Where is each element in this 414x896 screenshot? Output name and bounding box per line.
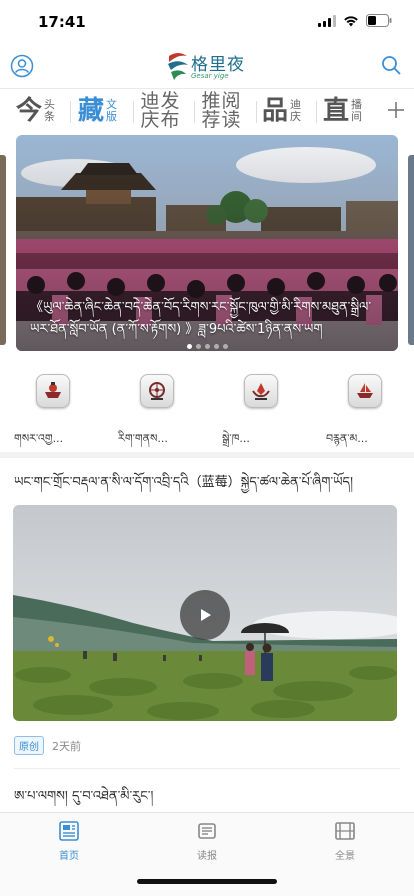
section-gap	[0, 452, 414, 458]
quick-link-video[interactable]: བརྙན་མ...	[326, 368, 414, 448]
ship-icon	[348, 374, 382, 408]
tab-tibetan-sub: 文版	[106, 97, 118, 123]
nav-read-paper-label: 读报	[197, 851, 217, 862]
logo-emblem-icon	[168, 53, 188, 80]
hero-caption: 《ཡུལ་ཆེན་ཞིང་ཆེན་བདེ་ཆེན་བོད་རིགས་རང་སྐྱ…	[30, 300, 372, 337]
nav-panorama-label: 全景	[335, 851, 355, 862]
play-icon	[201, 609, 211, 621]
battery-icon	[366, 14, 392, 27]
article-meta: 原创 2天前	[14, 736, 81, 755]
tab-headlines[interactable]: 今 头条	[16, 91, 57, 131]
tab-diqing-release-a: 迪庆	[140, 90, 160, 131]
quick-link-lotus[interactable]: སྒྲེ་ཁ...	[222, 368, 312, 448]
quick-link-news[interactable]: གསར་འགྱ...	[14, 368, 104, 448]
tab-tibetan-char: 藏	[78, 96, 105, 126]
dharma-wheel-icon	[140, 374, 174, 408]
tab-live-sub: 播间	[351, 97, 363, 123]
tab-pin-char: 品	[262, 96, 289, 126]
app-logo: 格里夜 Gesar yige	[165, 46, 249, 86]
hero-carousel[interactable]: 《ཡུལ་ཆེན་ཞིང་ཆེན་བདེ་ཆེན་བོད་རིགས་རང་སྐྱ…	[0, 135, 414, 353]
lotus-icon	[244, 374, 278, 408]
signal-icon	[318, 14, 336, 27]
tab-headlines-sub: 头条	[44, 97, 56, 123]
carousel-next-peek	[408, 155, 414, 345]
carousel-dot[interactable]	[204, 344, 210, 349]
status-bar: 17:41	[0, 0, 414, 44]
article-title[interactable]: ཨ་པ་ལགས། དུ་བ་འཐེན་མི་རུང་།	[14, 782, 404, 812]
tab-separator	[133, 101, 134, 123]
logo-subtitle: Gesar yige	[191, 72, 229, 80]
nav-read-paper[interactable]: 读报	[167, 819, 247, 869]
tab-recommended-a: 推荐	[201, 90, 221, 131]
newspaper-home-icon	[59, 821, 79, 841]
tab-diqing-release-b: 发布	[160, 90, 180, 131]
tab-separator	[194, 101, 195, 123]
tab-recommended-reading[interactable]: 推荐 阅读	[201, 91, 241, 131]
nav-home-label: 首页	[59, 851, 79, 862]
publish-time: 2天前	[52, 739, 81, 753]
status-time: 17:41	[38, 13, 86, 31]
tab-pin-diqing[interactable]: 品 迪庆	[262, 91, 303, 131]
tab-pin-sub: 迪庆	[290, 97, 302, 123]
add-channel-plus-icon[interactable]	[386, 100, 406, 120]
wifi-icon	[343, 15, 359, 27]
tab-separator	[70, 101, 71, 123]
quick-links-row: གསར་འགྱ... རིག་གནས... སྒྲེ་ཁ... བརྙན་མ..…	[0, 368, 414, 448]
carousel-dots	[16, 344, 398, 349]
hero-slide[interactable]: 《ཡུལ་ཆེན་ཞིང་ཆེན་བདེ་ཆེན་བོད་རིགས་རང་སྐྱ…	[16, 135, 398, 351]
tab-live[interactable]: 直 播间	[323, 91, 364, 131]
video-thumbnail[interactable]	[13, 505, 397, 721]
tab-headlines-char: 今	[16, 96, 43, 126]
play-button[interactable]	[180, 590, 230, 640]
quick-link-culture[interactable]: རིག་གནས...	[118, 368, 208, 448]
nav-home[interactable]: 首页	[29, 819, 109, 869]
tab-separator	[256, 101, 257, 123]
home-indicator	[137, 879, 277, 884]
carousel-dot[interactable]	[195, 344, 201, 349]
channel-tabs: 今 头条 藏 文版 迪庆 发布 推荐 阅读 品 迪庆 直 播间	[0, 89, 414, 133]
tab-separator	[316, 101, 317, 123]
paper-scroll-icon	[198, 823, 216, 839]
status-icons	[318, 14, 392, 27]
app-header: 格里夜 Gesar yige	[0, 44, 414, 88]
carousel-dot[interactable]	[213, 344, 219, 349]
nav-panorama[interactable]: 全景	[305, 819, 385, 869]
search-icon[interactable]	[380, 54, 402, 76]
film-panorama-icon	[335, 822, 355, 840]
tab-live-char: 直	[323, 96, 350, 126]
carousel-prev-peek	[0, 155, 6, 345]
tab-recommended-b: 阅读	[221, 90, 241, 131]
carousel-dot[interactable]	[186, 344, 192, 349]
article-divider	[14, 768, 400, 769]
article-title[interactable]: ཡང་གང་གྲོང་བརྡལ་ན་སི་ལ་དོག་འབྲི་དའི（蓝莓）ས…	[14, 468, 404, 498]
carousel-dot[interactable]	[222, 344, 228, 349]
offering-bowl-icon	[36, 374, 70, 408]
tab-diqing-release[interactable]: 迪庆 发布	[140, 91, 180, 131]
user-profile-icon[interactable]	[10, 54, 34, 78]
tab-tibetan-edition[interactable]: 藏 文版	[78, 91, 119, 131]
original-badge: 原创	[14, 736, 44, 755]
